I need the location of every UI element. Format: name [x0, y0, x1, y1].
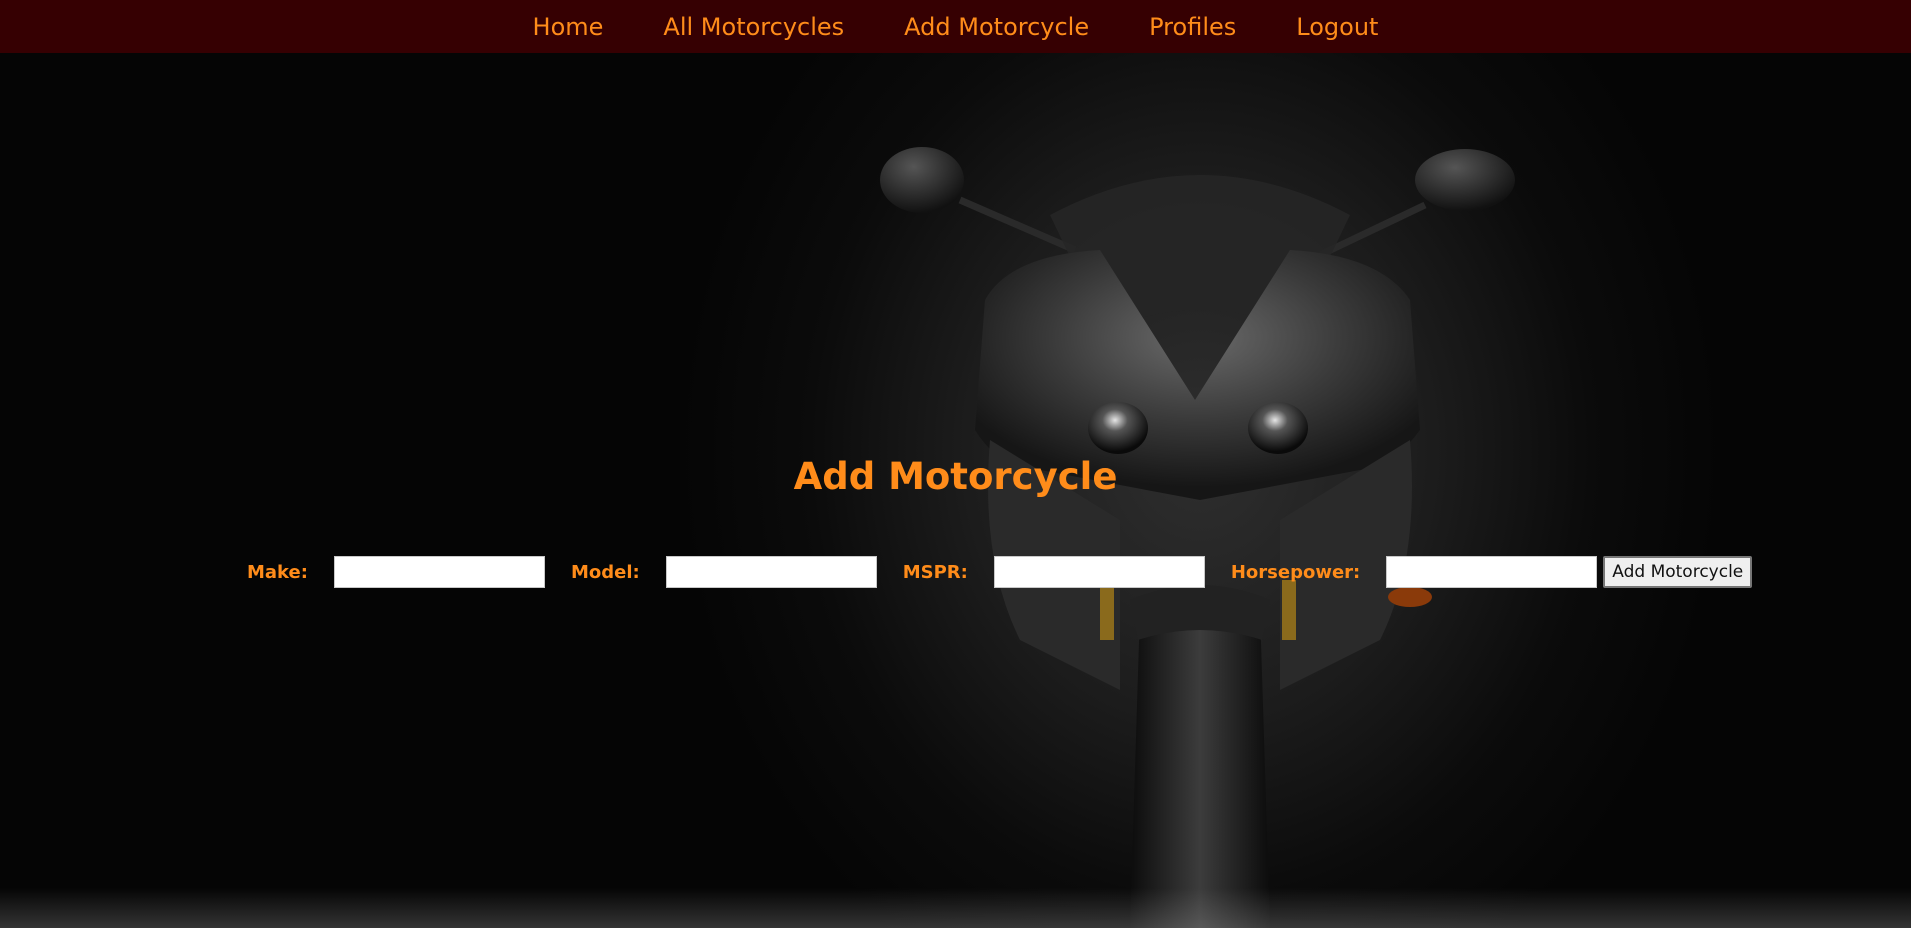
- floor-glow: [0, 888, 1911, 928]
- front-tire-shape: [1130, 597, 1270, 928]
- page-title: Add Motorcycle: [793, 455, 1118, 498]
- nav-profiles-link[interactable]: Profiles: [1119, 13, 1266, 41]
- make-input[interactable]: [333, 556, 545, 588]
- mspr-label: MSPR:: [902, 561, 968, 583]
- model-label: Model:: [570, 561, 640, 583]
- nav-add-motorcycle-link[interactable]: Add Motorcycle: [874, 13, 1119, 41]
- top-navbar: Home All Motorcycles Add Motorcycle Prof…: [0, 0, 1911, 53]
- model-input[interactable]: [665, 556, 877, 588]
- mspr-input[interactable]: [993, 556, 1205, 588]
- nav-home-link[interactable]: Home: [503, 13, 634, 41]
- nav-logout-link[interactable]: Logout: [1266, 13, 1408, 41]
- nav-all-motorcycles-link[interactable]: All Motorcycles: [633, 13, 874, 41]
- horsepower-input[interactable]: [1386, 556, 1598, 588]
- left-mirror-shape: [880, 147, 964, 213]
- horsepower-label: Horsepower:: [1230, 561, 1361, 583]
- left-headlight-shape: [1088, 402, 1148, 454]
- make-label: Make:: [247, 561, 308, 583]
- right-headlight-shape: [1248, 402, 1308, 454]
- add-motorcycle-form: Make: Model: MSPR: Horsepower: Add Motor…: [247, 556, 1753, 588]
- add-motorcycle-submit-button[interactable]: Add Motorcycle: [1603, 556, 1753, 588]
- right-mirror-shape: [1415, 149, 1515, 211]
